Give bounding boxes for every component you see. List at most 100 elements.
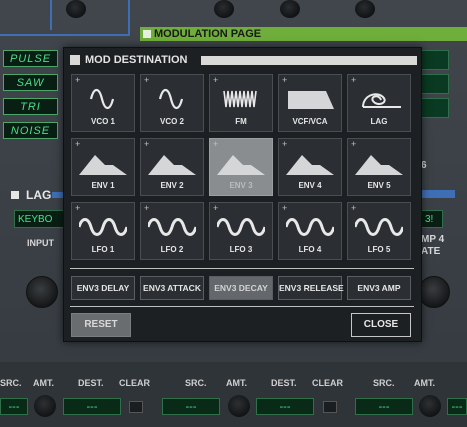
amt-label: AMT.	[414, 378, 435, 388]
tile-label: LAG	[370, 117, 388, 126]
amt-knob[interactable]	[419, 395, 441, 417]
destination-tile-vco-2[interactable]: + VCO 2	[140, 74, 204, 132]
dest-label: DEST.	[78, 378, 104, 388]
right-blue-bar	[421, 190, 455, 198]
right-partial-label: ATE	[421, 246, 441, 257]
destination-tile-vcf-vca[interactable]: + VCF/VCA	[278, 74, 342, 132]
stage-button-env3-delay[interactable]: ENV3 DELAY	[71, 276, 135, 300]
envelope-icon	[217, 149, 265, 177]
dest-field[interactable]: ---	[63, 398, 121, 415]
dest-field[interactable]: ---	[256, 398, 314, 415]
plus-icon: +	[213, 203, 219, 213]
dialog-title: MOD DESTINATION	[85, 54, 188, 66]
tile-label: ENV 2	[160, 181, 184, 190]
src-field[interactable]: ---	[0, 398, 28, 415]
plus-icon: +	[351, 203, 357, 213]
wave-noise-button[interactable]: NOISE	[3, 122, 58, 139]
clear-button[interactable]	[129, 401, 143, 413]
right-partial-field[interactable]: 3!	[421, 210, 443, 228]
src-field[interactable]: ---	[355, 398, 413, 415]
tile-label: LFO 5	[367, 245, 391, 254]
plus-icon: +	[75, 203, 81, 213]
lag-input-label: INPUT	[27, 238, 54, 248]
destination-tile-env-4[interactable]: + ENV 4	[278, 138, 342, 196]
destination-tile-lfo-4[interactable]: + LFO 4	[278, 202, 342, 260]
lfo-wave-icon	[284, 213, 336, 241]
lag-section-header: LAG	[0, 188, 72, 202]
lag-knob[interactable]	[26, 276, 58, 308]
tile-label: ENV 4	[298, 181, 322, 190]
divider-line	[128, 0, 130, 36]
top-knob[interactable]	[355, 0, 375, 18]
tile-label: ENV 3	[229, 181, 253, 190]
lag-curve-icon	[355, 85, 403, 113]
right-display	[421, 98, 449, 118]
wave-pulse-button[interactable]: PULSE	[3, 50, 58, 67]
destination-tile-env-1[interactable]: + ENV 1	[71, 138, 135, 196]
divider-line	[50, 0, 52, 30]
mod-destination-dialog: MOD DESTINATION + VCO 1 + VCO 2 + FM + VCF/VCA +…	[63, 47, 422, 342]
lag-input-field[interactable]: KEYBO	[14, 210, 66, 228]
divider-line	[0, 34, 130, 36]
tile-label: VCF/VCA	[292, 117, 328, 126]
clear-button[interactable]	[323, 401, 337, 413]
top-knob[interactable]	[280, 0, 300, 18]
stage-button-env3-amp[interactable]: ENV3 AMP	[347, 276, 411, 300]
close-button[interactable]: CLOSE	[351, 313, 411, 337]
lfo-wave-icon	[215, 213, 267, 241]
destination-tile-fm[interactable]: + FM	[209, 74, 273, 132]
reset-button[interactable]: RESET	[71, 313, 131, 337]
destination-tile-lfo-3[interactable]: + LFO 3	[209, 202, 273, 260]
header-square-icon	[11, 191, 19, 199]
envelope-icon	[79, 149, 127, 177]
destination-tile-lag[interactable]: + LAG	[347, 74, 411, 132]
plus-icon: +	[75, 139, 81, 149]
plus-icon: +	[213, 75, 219, 85]
clear-label: CLEAR	[119, 378, 150, 388]
wave-saw-button[interactable]: SAW	[3, 74, 58, 91]
plus-icon: +	[282, 75, 288, 85]
wave-tri-button[interactable]: TRI	[3, 98, 58, 115]
destination-tile-lfo-5[interactable]: + LFO 5	[347, 202, 411, 260]
destination-tile-lfo-1[interactable]: + LFO 1	[71, 202, 135, 260]
plus-icon: +	[351, 139, 357, 149]
destination-tile-lfo-2[interactable]: + LFO 2	[140, 202, 204, 260]
src-field[interactable]: ---	[162, 398, 220, 415]
envelope-icon	[355, 149, 403, 177]
bottom-mod-strip	[0, 362, 467, 427]
title-bar-stripe	[201, 56, 417, 65]
lag-title: LAG	[26, 188, 52, 202]
tile-label: VCO 2	[159, 117, 184, 126]
sine-wave-icon	[79, 85, 127, 113]
tile-label: LFO 2	[160, 245, 184, 254]
tile-label: ENV 5	[367, 181, 391, 190]
envelope-icon	[286, 149, 334, 177]
title-square-icon	[70, 55, 80, 65]
destination-tile-vco-1[interactable]: + VCO 1	[71, 74, 135, 132]
right-knob[interactable]	[418, 276, 450, 308]
tile-label: VCO 1	[90, 117, 115, 126]
lfo-wave-icon	[146, 213, 198, 241]
stage-button-env3-attack[interactable]: ENV3 ATTACK	[140, 276, 204, 300]
plus-icon: +	[75, 75, 81, 85]
separator-line	[70, 306, 414, 307]
tile-label: LFO 3	[229, 245, 253, 254]
dialog-title-bar: MOD DESTINATION	[70, 54, 417, 67]
top-knob[interactable]	[214, 0, 234, 18]
right-display	[421, 74, 449, 94]
tile-label: ENV 1	[91, 181, 115, 190]
stage-button-env3-release[interactable]: ENV3 RELEASE	[278, 276, 344, 300]
dest-field[interactable]: ---	[447, 398, 467, 415]
top-knob[interactable]	[66, 0, 86, 18]
destination-tile-env-2[interactable]: + ENV 2	[140, 138, 204, 196]
filter-shape-icon	[286, 85, 334, 113]
amt-knob[interactable]	[34, 395, 56, 417]
stage-button-env3-decay[interactable]: ENV3 DECAY	[209, 276, 273, 300]
clear-label: CLEAR	[312, 378, 343, 388]
plus-icon: +	[282, 139, 288, 149]
destination-tile-env-3[interactable]: + ENV 3	[209, 138, 273, 196]
separator-line	[70, 268, 414, 269]
tile-label: LFO 4	[298, 245, 322, 254]
amt-knob[interactable]	[228, 395, 250, 417]
destination-tile-env-5[interactable]: + ENV 5	[347, 138, 411, 196]
